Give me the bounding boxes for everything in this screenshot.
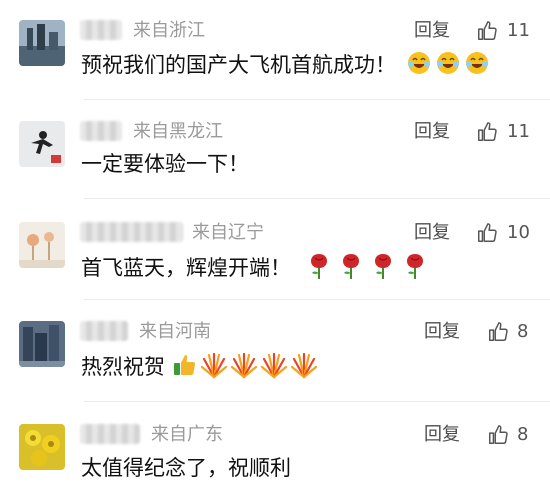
username-blurred[interactable] <box>80 424 140 444</box>
thumbs-up-icon[interactable] <box>487 321 509 343</box>
rose-emoji <box>404 252 426 286</box>
firework-emoji <box>230 351 258 385</box>
thumbs-up-icon[interactable] <box>476 121 498 143</box>
like-count: 11 <box>507 121 530 142</box>
comment-text: 一定要体验一下！ <box>81 151 249 177</box>
avatar[interactable] <box>19 424 65 470</box>
reply-button[interactable]: 回复 <box>414 20 450 42</box>
comment-text: 热烈祝贺 <box>81 351 318 385</box>
location-label: 来自黑龙江 <box>133 121 223 142</box>
comment-text-body: 首飞蓝天，辉煌开端！ <box>81 256 291 280</box>
divider <box>84 99 550 100</box>
comment-text: 预祝我们的国产大飞机首航成功！ <box>81 50 490 82</box>
username-blurred[interactable] <box>80 121 122 141</box>
rose-emoji <box>372 252 394 286</box>
firework-emoji <box>260 351 288 385</box>
reply-button[interactable]: 回复 <box>414 121 450 143</box>
comment-text-body: 太值得纪念了，祝顺利 <box>81 456 291 480</box>
reply-button[interactable]: 回复 <box>414 222 450 244</box>
firework-emoji <box>290 351 318 385</box>
avatar[interactable] <box>19 20 65 66</box>
comment-text-body: 一定要体验一下！ <box>81 152 249 176</box>
location-label: 来自辽宁 <box>192 222 264 243</box>
username-blurred[interactable] <box>80 321 128 341</box>
reply-button[interactable]: 回复 <box>424 424 460 446</box>
firework-emoji <box>200 351 228 385</box>
thumbs-up-icon[interactable] <box>487 424 509 446</box>
like-count: 8 <box>517 424 529 445</box>
thumbs-up-icon[interactable] <box>476 20 498 42</box>
divider <box>84 299 550 300</box>
comment-text: 太值得纪念了，祝顺利 <box>81 455 291 481</box>
location-label: 来自浙江 <box>133 20 205 41</box>
like-count: 8 <box>517 321 529 342</box>
username-blurred[interactable] <box>80 20 122 40</box>
reply-button[interactable]: 回复 <box>424 321 460 343</box>
location-label: 来自广东 <box>151 424 223 445</box>
avatar[interactable] <box>19 222 65 268</box>
thumbs-up-icon[interactable] <box>476 222 498 244</box>
username-blurred[interactable] <box>80 222 183 242</box>
comment-text-body: 预祝我们的国产大飞机首航成功！ <box>81 53 396 77</box>
like-count: 10 <box>507 222 530 243</box>
avatar[interactable] <box>19 121 65 167</box>
comment-text: 首飞蓝天，辉煌开端！ <box>81 252 426 286</box>
laughing-emoji <box>464 50 490 82</box>
laughing-emoji <box>406 50 432 82</box>
avatar[interactable] <box>19 321 65 367</box>
comment-text-body: 热烈祝贺 <box>81 355 165 379</box>
divider <box>84 401 550 402</box>
like-count: 11 <box>507 20 530 41</box>
divider <box>84 198 550 199</box>
rose-emoji <box>308 252 330 286</box>
rose-emoji <box>340 252 362 286</box>
location-label: 来自河南 <box>139 321 211 342</box>
thumbs-up-emoji <box>172 352 198 384</box>
laughing-emoji <box>435 50 461 82</box>
